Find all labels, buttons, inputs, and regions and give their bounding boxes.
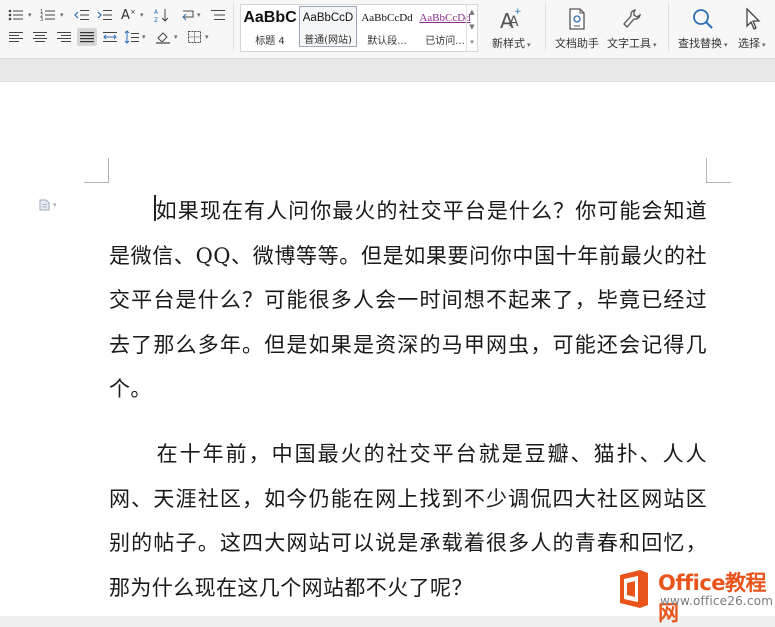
change-case-icon[interactable]: A × [120,5,140,23]
style-label: 标题 4 [255,36,285,47]
find-replace-button[interactable]: 查找替换 ▾ [678,4,728,51]
paragraph-layout-icon[interactable]: ▾ [39,199,57,211]
increase-indent-icon[interactable] [95,6,115,24]
find-replace-label: 查找替换 [678,37,722,50]
chevron-down-icon: ▾ [527,41,531,49]
text-tools-label: 文字工具 [607,37,651,50]
borders-icon[interactable] [185,28,205,46]
watermark-url: www.office26.com [660,594,774,608]
decrease-indent-icon[interactable] [72,6,92,24]
new-style-button[interactable]: A A + 新样式 ▾ [492,4,531,51]
gallery-scroll[interactable]: ▲ ▼ ▾ [466,5,477,51]
table-of-contents-icon[interactable] [208,6,228,24]
chevron-down-icon[interactable]: ▾ [140,12,144,19]
text-tools-button[interactable]: 文字工具 ▾ [607,4,657,51]
select-button[interactable]: 选择 ▾ [738,4,766,51]
sort-icon[interactable]: AZ [152,6,172,24]
style-normal-web[interactable]: AaBbCcD 普通(网站) [299,6,357,47]
justify-icon[interactable] [77,28,97,46]
style-default-paragraph[interactable]: AaBbCcDd 默认段... [358,6,416,49]
chevron-down-icon[interactable]: ▾ [60,12,64,19]
chevron-down-icon: ▾ [653,41,657,49]
doc-helper-label: 文档助手 [555,37,599,50]
cursor-arrow-icon [741,4,763,32]
svg-text:A: A [154,9,159,16]
doc-helper-button[interactable]: 文档助手 [555,4,599,51]
style-label: 已访问... [425,36,465,47]
svg-text:3: 3 [40,17,43,22]
select-label: 选择 [738,37,760,50]
margin-corner-top-left [84,158,109,183]
chevron-down-icon[interactable]: ▾ [53,201,57,209]
align-center-icon[interactable] [30,28,50,46]
new-style-label: 新样式 [492,37,525,50]
margin-corner-top-right [706,158,731,183]
svg-text:A: A [121,8,130,22]
chevron-down-icon[interactable]: ▾ [28,12,32,19]
chevron-down-icon: ▾ [724,41,728,49]
shading-icon[interactable] [154,28,174,46]
new-style-icon: A A + [499,4,523,32]
svg-text:Z: Z [154,17,158,23]
ribbon-bottom-band [0,59,775,82]
office-logo-icon [620,570,648,608]
site-watermark-logo: Office教程网 www.office26.com [606,565,775,625]
style-sample: AaBbCcDd [361,12,413,24]
style-heading4[interactable]: AaBbC 标题 4 [241,6,299,49]
bullet-list-icon[interactable] [6,6,26,24]
numbered-list-icon[interactable]: 123 [38,6,58,24]
document-paragraph-1[interactable]: 如果现在有人问你最火的社交平台是什么？你可能会知道是微信、QQ、微博等等。但是如… [109,189,707,412]
chevron-down-icon[interactable]: ▾ [197,12,201,19]
document-page[interactable]: ▾ 如果现在有人问你最火的社交平台是什么？你可能会知道是微信、QQ、微博等等。但… [0,82,775,616]
chevron-down-icon: ▾ [762,41,766,49]
align-right-icon[interactable] [54,28,74,46]
wrench-icon [620,4,644,32]
paragraph-text: 如果现在有人问你最火的社交平台是什么？你可能会知道是微信、QQ、微博等等。但是如… [109,199,707,401]
style-sample: AaBbC [243,9,297,26]
style-label: 普通(网站) [304,35,352,46]
style-label: 默认段... [367,36,407,47]
distributed-align-icon[interactable] [100,28,120,46]
align-left-icon[interactable] [6,28,26,46]
doc-helper-icon [566,4,588,32]
chevron-down-icon[interactable]: ▾ [205,34,209,41]
svg-text:×: × [130,8,136,16]
search-icon [691,4,715,32]
style-sample: AaBbCcD [302,12,354,24]
chevron-up-icon[interactable]: ▲ [467,5,477,20]
style-gallery: AaBbC 标题 4 AaBbCcD 普通(网站) AaBbCcDd 默认段..… [240,4,478,52]
expand-more-icon[interactable]: ▾ [467,35,477,50]
chevron-down-icon[interactable]: ▾ [174,34,178,41]
chevron-down-icon[interactable]: ▼ [467,20,477,35]
show-hide-marks-icon[interactable] [178,6,198,24]
chevron-down-icon[interactable]: ▾ [142,34,146,41]
ribbon-toolbar: ▾ 123 ▾ A × ▾ AZ ▾ ▾ ▾ ▾ AaBbC 标题 4 AaBb… [0,0,775,59]
line-spacing-icon[interactable] [122,28,142,46]
svg-text:+: + [514,7,522,17]
